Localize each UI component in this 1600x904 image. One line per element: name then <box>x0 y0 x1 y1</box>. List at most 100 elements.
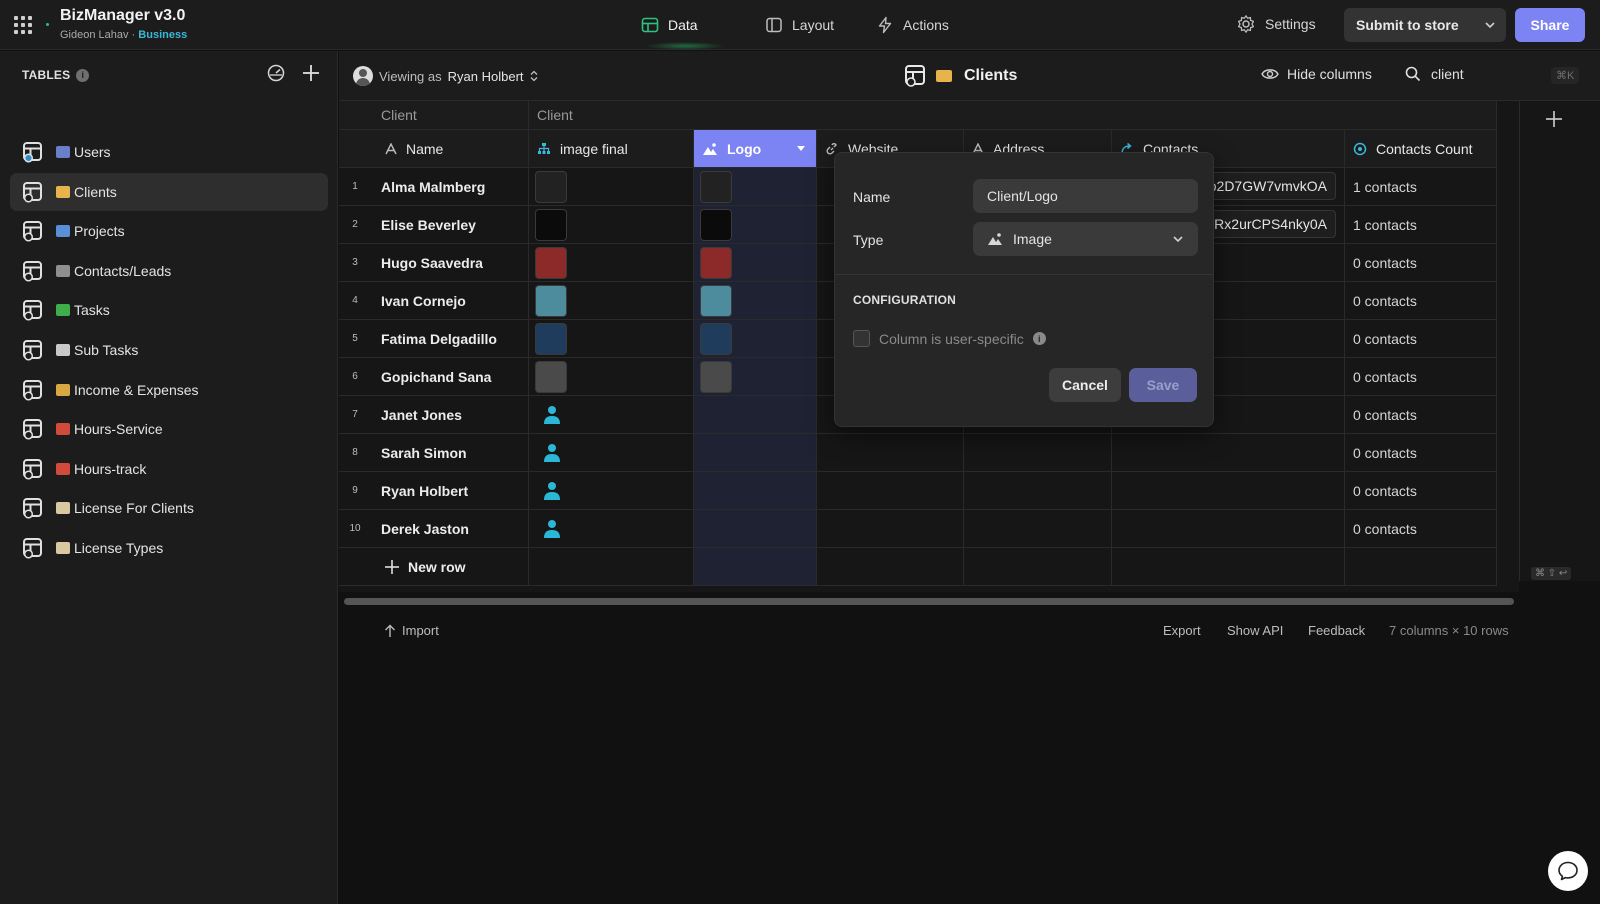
website-cell[interactable] <box>817 434 964 472</box>
image-final-cell[interactable] <box>529 434 694 472</box>
logo-cell[interactable] <box>694 358 817 396</box>
image-final-cell[interactable] <box>529 320 694 358</box>
contacts-cell[interactable] <box>1112 472 1345 510</box>
sidebar-item-label: License Types <box>56 540 163 556</box>
column-edit-popover: Name Type Image CONFIGURATION Column is … <box>834 152 1214 427</box>
name-cell[interactable]: Ivan Cornejo <box>371 282 529 320</box>
table-emoji-icon <box>56 462 70 475</box>
website-cell[interactable] <box>817 510 964 548</box>
name-cell[interactable]: Fatima Delgadillo <box>371 320 529 358</box>
image-final-cell[interactable] <box>529 168 694 206</box>
sidebar-item-license-for-clients[interactable]: License For Clients <box>10 489 328 527</box>
user-specific-option[interactable]: Column is user-specific i <box>853 330 1046 347</box>
table-sheet-icon <box>23 181 42 203</box>
logo-cell[interactable] <box>694 244 817 282</box>
feedback-button[interactable]: Feedback <box>1308 623 1365 638</box>
logo-cell[interactable] <box>694 434 817 472</box>
name-cell[interactable]: Gopichand Sana <box>371 358 529 396</box>
logo-cell[interactable] <box>694 510 817 548</box>
address-cell[interactable] <box>964 510 1112 548</box>
row-number: 8 <box>339 434 371 472</box>
column-header-logo[interactable]: Logo <box>694 130 817 168</box>
info-icon[interactable]: i <box>1032 332 1046 345</box>
name-cell[interactable]: Ryan Holbert <box>371 472 529 510</box>
sidebar-item-text: Clients <box>74 183 117 200</box>
person-placeholder-icon <box>544 405 560 424</box>
contact-chip[interactable]: Rx2urCPS4nky0A <box>1205 210 1336 238</box>
submit-to-store-button[interactable]: Submit to store <box>1344 8 1506 42</box>
show-api-button[interactable]: Show API <box>1227 623 1283 638</box>
logo-cell[interactable] <box>694 168 817 206</box>
name-cell[interactable]: Derek Jaston <box>371 510 529 548</box>
sidebar-item-clients[interactable]: Clients <box>10 172 328 211</box>
user-specific-checkbox[interactable] <box>853 330 870 347</box>
tab-data[interactable]: Data <box>641 12 698 38</box>
sidebar-item-hours-service[interactable]: Hours-Service <box>10 410 328 448</box>
column-name-input[interactable] <box>973 179 1198 213</box>
caret-down-icon[interactable] <box>796 145 806 153</box>
client-logo-thumbnail <box>535 284 567 317</box>
name-cell[interactable]: Elise Beverley <box>371 206 529 244</box>
table-sheet-icon <box>905 65 925 87</box>
chat-support-button[interactable] <box>1548 851 1588 891</box>
website-cell[interactable] <box>817 472 964 510</box>
sidebar-item-hours-track[interactable]: Hours-track <box>10 450 328 488</box>
image-final-cell[interactable] <box>529 396 694 434</box>
settings-button[interactable]: Settings <box>1236 14 1316 34</box>
address-cell[interactable] <box>964 434 1112 472</box>
chevron-down-icon[interactable] <box>1484 19 1496 31</box>
image-final-cell[interactable] <box>529 472 694 510</box>
new-row-button[interactable]: New row <box>339 548 529 586</box>
share-button[interactable]: Share <box>1515 8 1585 42</box>
add-table-icon[interactable] <box>301 63 321 83</box>
image-final-cell[interactable] <box>529 510 694 548</box>
image-final-cell[interactable] <box>529 358 694 396</box>
info-icon[interactable]: i <box>76 68 90 82</box>
cancel-button[interactable]: Cancel <box>1049 368 1121 402</box>
popover-divider <box>835 274 1213 275</box>
logo-cell[interactable] <box>694 282 817 320</box>
table-sheet-icon <box>23 300 42 321</box>
import-button[interactable]: Import <box>384 623 439 638</box>
logo-cell[interactable] <box>694 320 817 358</box>
tab-layout[interactable]: Layout <box>765 12 834 38</box>
address-cell[interactable] <box>964 472 1112 510</box>
contacts-cell[interactable] <box>1112 510 1345 548</box>
tab-actions[interactable]: Actions <box>876 12 949 38</box>
sidebar-item-sub-tasks[interactable]: Sub Tasks <box>10 331 328 369</box>
table-sheet-icon <box>23 221 42 242</box>
column-header-image-final[interactable]: image final <box>529 130 694 168</box>
logo-cell[interactable] <box>694 472 817 510</box>
horizontal-scrollbar[interactable] <box>344 598 1514 605</box>
image-final-cell[interactable] <box>529 282 694 320</box>
column-type-select[interactable]: Image <box>973 222 1198 256</box>
add-column-icon[interactable] <box>1544 109 1564 129</box>
dashboard-gauge-icon[interactable] <box>266 63 286 83</box>
image-final-cell[interactable] <box>529 244 694 282</box>
name-cell[interactable]: Janet Jones <box>371 396 529 434</box>
name-cell[interactable]: Hugo Saavedra <box>371 244 529 282</box>
sidebar-item-contacts-leads[interactable]: Contacts/Leads <box>10 252 328 290</box>
column-header-name[interactable]: Name <box>339 130 529 168</box>
sidebar-item-users[interactable]: Users <box>10 133 328 171</box>
search-value: client <box>1431 66 1464 82</box>
sidebar-item-license-types[interactable]: License Types <box>10 529 328 567</box>
name-cell[interactable]: Alma Malmberg <box>371 168 529 206</box>
apps-grid-icon[interactable] <box>14 16 32 34</box>
logo-cell[interactable] <box>694 206 817 244</box>
logo-cell[interactable] <box>694 396 817 434</box>
hide-columns-button[interactable]: Hide columns <box>1261 66 1372 82</box>
empty-cell <box>1345 548 1497 586</box>
contacts-cell[interactable] <box>1112 434 1345 472</box>
import-label: Import <box>402 623 439 638</box>
search-input[interactable]: client <box>1405 66 1464 82</box>
viewing-as-selector[interactable]: Viewing as Ryan Holbert <box>353 66 538 86</box>
name-cell[interactable]: Sarah Simon <box>371 434 529 472</box>
export-button[interactable]: Export <box>1163 623 1201 638</box>
save-button[interactable]: Save <box>1129 368 1197 402</box>
sidebar-item-projects[interactable]: Projects <box>10 212 328 250</box>
sidebar-item-tasks[interactable]: Tasks <box>10 291 328 329</box>
sidebar-item-income-expenses[interactable]: Income & Expenses <box>10 371 328 409</box>
column-header-contacts-count[interactable]: Contacts Count <box>1345 130 1497 168</box>
image-final-cell[interactable] <box>529 206 694 244</box>
